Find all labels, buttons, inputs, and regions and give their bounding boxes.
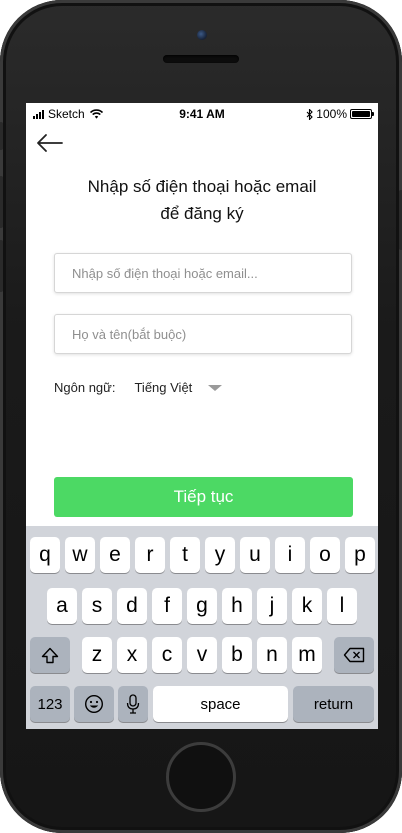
title-line-2: để đăng ký (160, 204, 244, 223)
bluetooth-icon (306, 108, 314, 120)
name-input[interactable] (54, 314, 352, 354)
key-h[interactable]: h (222, 588, 252, 624)
shift-icon (41, 647, 59, 663)
battery-icon (350, 109, 374, 119)
emoji-icon (84, 694, 104, 714)
dictation-key[interactable] (118, 686, 148, 722)
caret-down-icon (208, 384, 223, 391)
key-v[interactable]: v (187, 637, 217, 673)
numbers-key[interactable]: 123 (30, 686, 70, 722)
key-a[interactable]: a (47, 588, 77, 624)
phone-frame: Sketch 9:41 AM 100% Nhập số điện thoại h… (0, 0, 402, 833)
earpiece-speaker (163, 55, 239, 63)
key-m[interactable]: m (292, 637, 322, 673)
arrow-left-icon (37, 134, 63, 152)
key-c[interactable]: c (152, 637, 182, 673)
key-w[interactable]: w (65, 537, 95, 573)
home-button[interactable] (166, 742, 236, 812)
key-n[interactable]: n (257, 637, 287, 673)
key-d[interactable]: d (117, 588, 147, 624)
key-l[interactable]: l (327, 588, 357, 624)
key-s[interactable]: s (82, 588, 112, 624)
battery-percent: 100% (316, 107, 347, 121)
backspace-icon (343, 647, 365, 663)
screen: Sketch 9:41 AM 100% Nhập số điện thoại h… (26, 103, 378, 729)
title-line-1: Nhập số điện thoại hoặc email (87, 177, 317, 196)
language-label: Ngôn ngữ: (54, 380, 116, 395)
key-q[interactable]: q (30, 537, 60, 573)
key-g[interactable]: g (187, 588, 217, 624)
mute-switch (0, 122, 3, 150)
key-p[interactable]: p (345, 537, 375, 573)
return-key[interactable]: return (293, 686, 374, 722)
backspace-key[interactable] (334, 637, 374, 673)
key-x[interactable]: x (117, 637, 147, 673)
key-t[interactable]: t (170, 537, 200, 573)
page-title: Nhập số điện thoại hoặc email để đăng ký (56, 173, 348, 227)
key-j[interactable]: j (257, 588, 287, 624)
language-row: Ngôn ngữ: Tiếng Việt (54, 380, 223, 395)
key-f[interactable]: f (152, 588, 182, 624)
key-i[interactable]: i (275, 537, 305, 573)
key-o[interactable]: o (310, 537, 340, 573)
language-dropdown[interactable]: Tiếng Việt (134, 380, 223, 395)
shift-key[interactable] (30, 637, 70, 673)
key-e[interactable]: e (100, 537, 130, 573)
key-z[interactable]: z (82, 637, 112, 673)
status-right: 100% (306, 107, 374, 121)
key-b[interactable]: b (222, 637, 252, 673)
phone-email-input[interactable] (54, 253, 352, 293)
back-button[interactable] (36, 131, 66, 155)
keyboard: q w e r t y u i o p a s d f g h j k l z … (26, 526, 378, 729)
front-camera (197, 30, 207, 40)
key-r[interactable]: r (135, 537, 165, 573)
volume-up-button (0, 176, 3, 228)
key-k[interactable]: k (292, 588, 322, 624)
key-y[interactable]: y (205, 537, 235, 573)
continue-button[interactable]: Tiếp tục (54, 477, 353, 517)
microphone-icon (126, 694, 140, 714)
emoji-key[interactable] (74, 686, 114, 722)
language-value: Tiếng Việt (134, 380, 193, 395)
volume-down-button (0, 240, 3, 292)
space-key[interactable]: space (153, 686, 288, 722)
key-u[interactable]: u (240, 537, 270, 573)
status-bar: Sketch 9:41 AM 100% (26, 103, 378, 125)
